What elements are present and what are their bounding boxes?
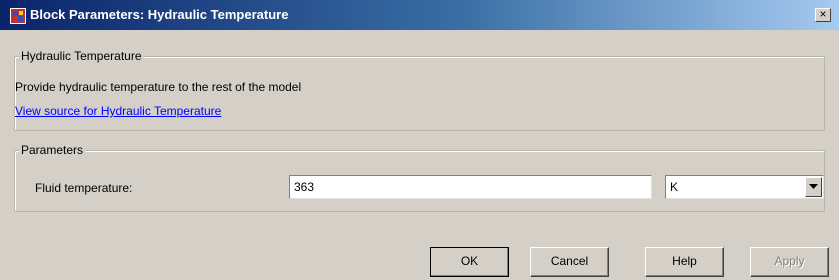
unit-select[interactable]: K <box>665 175 824 199</box>
simulink-block-icon <box>10 8 26 24</box>
ok-button[interactable]: OK <box>430 247 509 277</box>
view-source-link[interactable]: View source for Hydraulic Temperature <box>15 104 221 118</box>
apply-button[interactable]: Apply <box>750 247 829 277</box>
close-icon: × <box>819 7 827 21</box>
parameters-group-label: Parameters <box>19 143 86 157</box>
unit-select-value: K <box>670 180 679 194</box>
chevron-down-icon <box>809 184 818 189</box>
block-parameters-dialog: Block Parameters: Hydraulic Temperature … <box>0 0 839 280</box>
fluid-temperature-label: Fluid temperature: <box>35 181 133 195</box>
block-description: Provide hydraulic temperature to the res… <box>15 80 302 94</box>
help-button[interactable]: Help <box>645 247 724 277</box>
cancel-button[interactable]: Cancel <box>530 247 609 277</box>
title-bar[interactable]: Block Parameters: Hydraulic Temperature … <box>0 0 839 30</box>
fluid-temperature-input[interactable] <box>289 175 652 199</box>
description-group-label: Hydraulic Temperature <box>19 49 144 63</box>
unit-dropdown-button[interactable] <box>805 177 822 197</box>
window-title: Block Parameters: Hydraulic Temperature <box>30 7 289 22</box>
close-button[interactable]: × <box>815 8 831 22</box>
